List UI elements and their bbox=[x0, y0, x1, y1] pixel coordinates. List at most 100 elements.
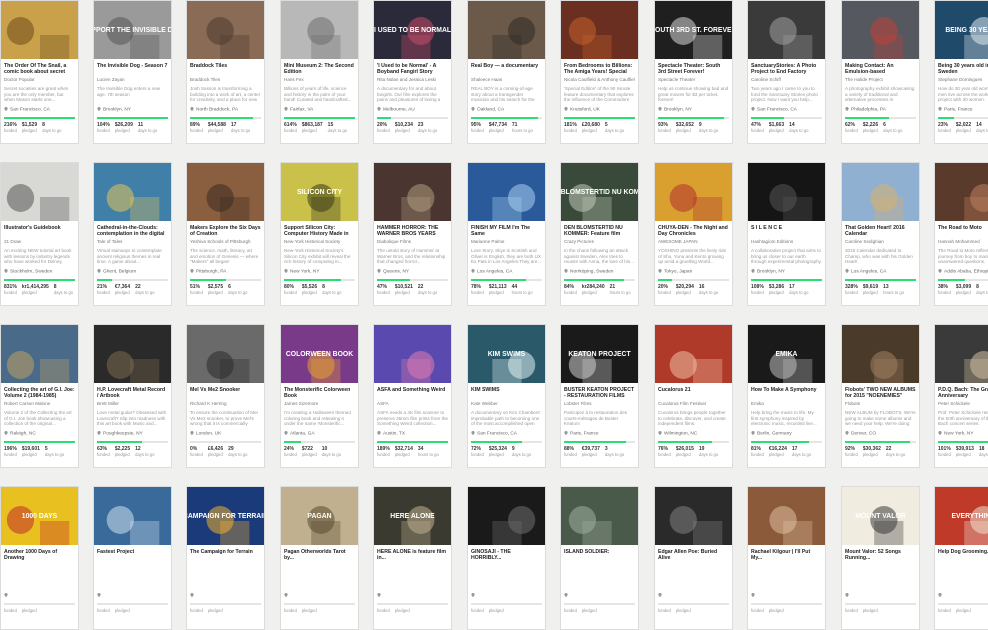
project-creator[interactable]: Tale of Tales bbox=[97, 239, 168, 245]
project-creator[interactable]: Nicola Caulfield & Anthony Caulfield bbox=[564, 77, 635, 83]
project-creator[interactable]: Shaleece Haas bbox=[471, 77, 542, 83]
project-location[interactable]: Denver, CO bbox=[845, 431, 916, 438]
project-title[interactable]: Flobots' TWO NEW ALBUMS for 2015 "NOENEM… bbox=[845, 387, 916, 400]
project-card[interactable]: Braddock Tiles Braddock Tiles Josh Sasson … bbox=[186, 0, 265, 144]
project-location[interactable]: Paris, France bbox=[564, 431, 635, 438]
project-location[interactable]: Addis Ababa, Ethiopia bbox=[938, 269, 988, 276]
project-card[interactable]: GINOSAJI - THE HORRIBLY... funded pledged bbox=[467, 486, 546, 630]
project-thumbnail[interactable] bbox=[1, 325, 78, 383]
project-thumbnail[interactable] bbox=[935, 325, 988, 383]
project-creator[interactable] bbox=[97, 563, 168, 569]
project-thumbnail[interactable]: DEN BLOMSTERTID NU KOMMER bbox=[561, 163, 638, 221]
project-creator[interactable]: Hannah Mohammed bbox=[938, 239, 988, 245]
project-creator[interactable]: 21 Draw bbox=[4, 239, 75, 245]
project-title[interactable]: Collecting the art of G.I. Joe: Volume 2… bbox=[4, 387, 75, 400]
project-thumbnail[interactable] bbox=[374, 325, 451, 383]
project-creator[interactable]: Lucien Zayan bbox=[97, 77, 168, 83]
project-location[interactable]: Queens, NY bbox=[377, 269, 448, 276]
project-title[interactable]: CHUYA-DEN - The Night and Day Chronicles bbox=[658, 225, 729, 238]
project-title[interactable]: Making Contact: An Emulsion-based Photog… bbox=[845, 63, 916, 76]
project-card[interactable]: P.D.Q. Bach: The Grand 50th AnniversaryP… bbox=[934, 324, 988, 468]
project-title[interactable]: 'I Used to be Normal' - A Boyband Fangir… bbox=[377, 63, 448, 76]
project-location[interactable]: Austin, TX bbox=[377, 431, 448, 438]
project-creator[interactable]: Brett Miller bbox=[97, 401, 168, 407]
project-creator[interactable]: Kate Webber bbox=[471, 401, 542, 407]
project-creator[interactable]: Cucalorus Film Festival bbox=[658, 401, 729, 407]
project-thumbnail[interactable] bbox=[935, 163, 988, 221]
project-thumbnail[interactable] bbox=[842, 325, 919, 383]
project-thumbnail[interactable] bbox=[655, 163, 732, 221]
project-card[interactable]: Collecting the art of G.I. Joe: Volume 2… bbox=[0, 324, 79, 468]
project-card[interactable]: ISLAND SOLDIER: funded pledged bbox=[560, 486, 639, 630]
project-location[interactable] bbox=[377, 593, 448, 600]
project-creator[interactable] bbox=[471, 563, 542, 569]
project-thumbnail[interactable] bbox=[187, 325, 264, 383]
project-thumbnail[interactable] bbox=[187, 163, 264, 221]
project-title[interactable]: Mini Museum 2: The Second Edition bbox=[284, 63, 355, 76]
project-title[interactable]: Rachael Kilgour | I'll Put My... bbox=[751, 549, 822, 562]
project-location[interactable]: San Francisco, CA bbox=[471, 431, 542, 438]
project-location[interactable]: Melbourne, AU bbox=[377, 107, 448, 114]
project-location[interactable]: Pittsburgh, PA bbox=[190, 269, 261, 276]
project-title[interactable]: BUSTER KEATON PROJECT - RESTAURATION FIL… bbox=[564, 387, 635, 400]
project-creator[interactable]: Caroline Sedighian bbox=[845, 239, 916, 245]
project-title[interactable]: The Monsterific Colorween Book bbox=[284, 387, 355, 400]
project-card[interactable]: Illustrator's Guidebook 21 Draw An excitin… bbox=[0, 162, 79, 306]
project-card[interactable]: SanctuaryStories: A Photo Project to End… bbox=[747, 0, 826, 144]
project-location[interactable]: New York, NY bbox=[284, 269, 355, 276]
project-thumbnail[interactable] bbox=[468, 163, 545, 221]
project-title[interactable]: The Order Of The Snail, a comic book abo… bbox=[4, 63, 75, 76]
project-card[interactable]: DEN BLOMSTERTID NU KOMMER DEN BLOMSTERTID… bbox=[560, 162, 639, 306]
project-location[interactable]: London, UK bbox=[190, 431, 261, 438]
project-card[interactable]: Flobots' TWO NEW ALBUMS for 2015 "NOENEM… bbox=[841, 324, 920, 468]
project-location[interactable]: Knutsford, UK bbox=[564, 107, 635, 114]
project-thumbnail[interactable]: SUPPORT THE INVISIBLE DOG bbox=[94, 1, 171, 59]
project-creator[interactable]: Braddock Tiles bbox=[190, 77, 261, 83]
project-location[interactable]: Brooklyn, NY bbox=[97, 107, 168, 114]
project-card[interactable]: Edgar Allen Poe: Buried Alive funded pledg… bbox=[654, 486, 733, 630]
project-thumbnail[interactable]: EVERYTHING bbox=[935, 487, 988, 545]
project-thumbnail[interactable] bbox=[842, 163, 919, 221]
project-title[interactable]: Another 1000 Days of Drawing bbox=[4, 549, 75, 562]
project-location[interactable] bbox=[97, 593, 168, 600]
project-creator[interactable]: Richard K Herring bbox=[190, 401, 261, 407]
project-card[interactable]: EMIKA How To Make A Symphony Emika Help bri… bbox=[747, 324, 826, 468]
project-location[interactable] bbox=[4, 593, 75, 600]
project-thumbnail[interactable]: SILICON CITY bbox=[281, 163, 358, 221]
project-location[interactable]: Brooklyn, NY bbox=[658, 107, 729, 114]
project-location[interactable]: Wilmington, NC bbox=[658, 431, 729, 438]
project-card[interactable]: KEATON PROJECT BUSTER KEATON PROJECT - RE… bbox=[560, 324, 639, 468]
project-creator[interactable]: James Sizemore bbox=[284, 401, 355, 407]
project-creator[interactable] bbox=[4, 563, 75, 569]
project-creator[interactable]: Marianne Palme bbox=[471, 239, 542, 245]
project-location[interactable]: Stockholm, Sweden bbox=[4, 269, 75, 276]
project-card[interactable]: KIM SWIMS KIM SWIMS Kate Webber A documenta… bbox=[467, 324, 546, 468]
project-card[interactable]: CHUYA-DEN - The Night and Day Chronicles… bbox=[654, 162, 733, 306]
project-creator[interactable]: Rita Nolan and Jessica Leski bbox=[377, 77, 448, 83]
project-location[interactable] bbox=[190, 593, 261, 600]
project-creator[interactable]: Diabolique Films bbox=[377, 239, 448, 245]
project-card[interactable]: I USED TO BE NORMAL 'I Used to be Normal'… bbox=[373, 0, 452, 144]
project-card[interactable]: HERE ALONE HERE ALONE is feature film in.… bbox=[373, 486, 452, 630]
project-thumbnail[interactable]: EMIKA bbox=[748, 325, 825, 383]
project-card[interactable]: Cucalorus 21 Cucalorus Film Festival Cucal… bbox=[654, 324, 733, 468]
project-location[interactable]: Los Angeles, CA bbox=[471, 269, 542, 276]
project-location[interactable] bbox=[845, 593, 916, 600]
project-creator[interactable]: Stephane Domingues bbox=[938, 77, 988, 83]
project-card[interactable]: ASFA and Something Weird ASFA ASFA needs a… bbox=[373, 324, 452, 468]
project-card[interactable]: Mel Vs Me2 Snooker Richard K Herring To en… bbox=[186, 324, 265, 468]
project-card[interactable]: From Bedrooms to Billions: The Amiga Yea… bbox=[560, 0, 639, 144]
project-thumbnail[interactable] bbox=[748, 1, 825, 59]
project-location[interactable]: Atlanta, GA bbox=[284, 431, 355, 438]
project-card[interactable]: The Road to Moto Hannah Mohammed The Road … bbox=[934, 162, 988, 306]
project-thumbnail[interactable]: CAMPAIGN FOR TERRAIN bbox=[187, 487, 264, 545]
project-thumbnail[interactable]: I USED TO BE NORMAL bbox=[374, 1, 451, 59]
project-location[interactable]: Paris, France bbox=[938, 107, 988, 114]
project-title[interactable]: H.P. Lovecraft Metal Record / Artbook bbox=[97, 387, 168, 400]
project-creator[interactable]: Yeshiva Schools of Pittsburgh bbox=[190, 239, 261, 245]
project-location[interactable]: Raleigh, NC bbox=[4, 431, 75, 438]
project-thumbnail[interactable] bbox=[842, 1, 919, 59]
project-creator[interactable] bbox=[190, 563, 261, 569]
project-creator[interactable] bbox=[284, 563, 355, 569]
project-creator[interactable]: Doctor Popular bbox=[4, 77, 75, 83]
